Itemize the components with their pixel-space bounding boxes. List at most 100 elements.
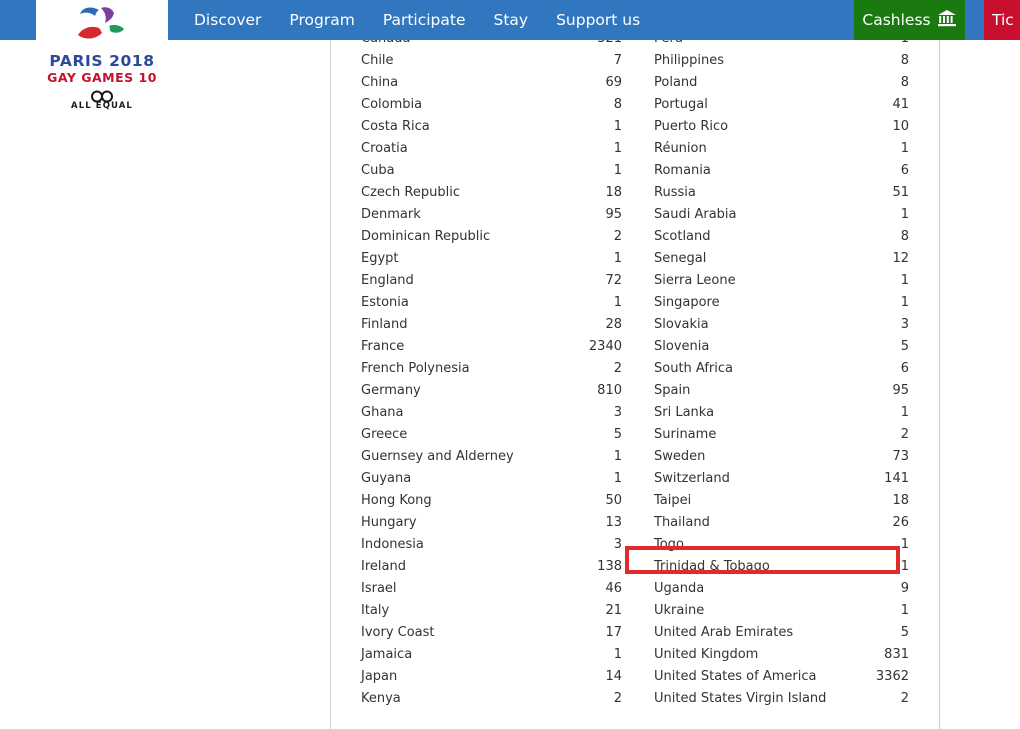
table-row: Japan 14 United States of America 3362 bbox=[331, 665, 939, 687]
nav-item-program[interactable]: Program bbox=[275, 0, 368, 40]
table-row: China 69 Poland 8 bbox=[331, 71, 939, 93]
table-row: Cuba 1 Romania 6 bbox=[331, 159, 939, 181]
country-name-left: Italy bbox=[361, 602, 390, 618]
country-name-left: Indonesia bbox=[361, 536, 424, 552]
country-count-right: 831 bbox=[884, 646, 909, 662]
cashless-button[interactable]: Cashless bbox=[854, 0, 965, 40]
country-name-right: Romania bbox=[654, 162, 711, 178]
country-name-left: Hungary bbox=[361, 514, 417, 530]
country-count-right: 2 bbox=[900, 690, 909, 706]
country-count-right: 1 bbox=[900, 294, 909, 310]
country-name-right: Sweden bbox=[654, 448, 706, 464]
country-name-right: Réunion bbox=[654, 140, 707, 156]
country-name-left: England bbox=[361, 272, 414, 288]
table-row: Ireland 138 Trinidad & Tobago 1 bbox=[331, 555, 939, 577]
country-name-right: United Kingdom bbox=[654, 646, 759, 662]
table-row: Israel 46 Uganda 9 bbox=[331, 577, 939, 599]
country-count-left: 95 bbox=[605, 206, 622, 222]
country-count-right: 12 bbox=[892, 250, 909, 266]
tickets-label: Tic bbox=[992, 11, 1014, 29]
country-name-right: Slovenia bbox=[654, 338, 710, 354]
country-count-right: 8 bbox=[900, 52, 909, 68]
country-count-right: 1 bbox=[900, 206, 909, 222]
country-count-left: 7 bbox=[613, 52, 622, 68]
country-name-right: Uganda bbox=[654, 580, 705, 596]
table-row: Guernsey and Alderney 1 Sweden 73 bbox=[331, 445, 939, 467]
table-row: Ghana 3 Sri Lanka 1 bbox=[331, 401, 939, 423]
tickets-button[interactable]: Tic bbox=[984, 0, 1020, 40]
country-name-right: Portugal bbox=[654, 96, 708, 112]
table-row: Hong Kong 50 Taipei 18 bbox=[331, 489, 939, 511]
participants-by-country-table: Canada321Peru1Chile7Philippines8China69P… bbox=[331, 27, 939, 709]
table-row: Egypt 1 Senegal 12 bbox=[331, 247, 939, 269]
country-count-left: 5 bbox=[613, 426, 622, 442]
country-name-right: Senegal bbox=[654, 250, 707, 266]
logo-title: PARIS 2018 bbox=[49, 52, 155, 70]
country-count-right: 95 bbox=[892, 382, 909, 398]
country-name-left: Japan bbox=[361, 668, 398, 684]
country-count-right: 51 bbox=[892, 184, 909, 200]
country-name-left: Ireland bbox=[361, 558, 406, 574]
country-name-right: Poland bbox=[654, 74, 698, 90]
country-name-right: Spain bbox=[654, 382, 691, 398]
country-count-right: 5 bbox=[900, 624, 909, 640]
country-count-right: 6 bbox=[900, 360, 909, 376]
country-name-left: Guernsey and Alderney bbox=[361, 448, 514, 464]
table-row: Kenya 2 United States Virgin Island 2 bbox=[331, 687, 939, 709]
site-logo[interactable]: PARIS 2018 GAY GAMES 10 ALL EQUAL bbox=[36, 0, 168, 114]
country-count-right: 1 bbox=[900, 602, 909, 618]
country-name-right: Suriname bbox=[654, 426, 717, 442]
nav-item-stay[interactable]: Stay bbox=[480, 0, 543, 40]
country-name-left: Finland bbox=[361, 316, 408, 332]
table-row: Colombia 8 Portugal 41 bbox=[331, 93, 939, 115]
country-count-right: 10 bbox=[892, 118, 909, 134]
table-row: Guyana 1 Switzerland 141 bbox=[331, 467, 939, 489]
country-count-right: 26 bbox=[892, 514, 909, 530]
country-count-right: 1 bbox=[900, 536, 909, 552]
nav-item-participate[interactable]: Participate bbox=[369, 0, 480, 40]
country-count-left: 1 bbox=[613, 646, 622, 662]
table-row: England 72 Sierra Leone 1 bbox=[331, 269, 939, 291]
infinity-loop-icon bbox=[89, 88, 115, 103]
nav-item-support-us[interactable]: Support us bbox=[542, 0, 654, 40]
country-name-left: Denmark bbox=[361, 206, 421, 222]
country-count-left: 2 bbox=[613, 690, 622, 706]
main-nav-links: Discover Program Participate Stay Support us bbox=[180, 0, 654, 40]
country-count-right: 1 bbox=[900, 140, 909, 156]
country-name-right: Sri Lanka bbox=[654, 404, 715, 420]
country-count-left: 1 bbox=[613, 162, 622, 178]
country-name-left: Germany bbox=[361, 382, 421, 398]
country-count-left: 138 bbox=[597, 558, 622, 574]
country-name-right: Ukraine bbox=[654, 602, 705, 618]
country-count-left: 18 bbox=[605, 184, 622, 200]
table-row: Jamaica 1 United Kingdom 831 bbox=[331, 643, 939, 665]
country-name-right: Scotland bbox=[654, 228, 711, 244]
country-name-left: China bbox=[361, 74, 399, 90]
country-count-right: 3362 bbox=[875, 668, 909, 684]
country-count-left: 1 bbox=[613, 250, 622, 266]
country-count-left: 72 bbox=[605, 272, 622, 288]
country-name-right: Saudi Arabia bbox=[654, 206, 737, 222]
table-row: Hungary 13 Thailand 26 bbox=[331, 511, 939, 533]
country-count-left: 8 bbox=[613, 96, 622, 112]
country-count-left: 3 bbox=[613, 404, 622, 420]
country-count-left: 50 bbox=[605, 492, 622, 508]
country-name-right: Sierra Leone bbox=[654, 272, 736, 288]
cashless-label: Cashless bbox=[862, 11, 931, 29]
table-row: Croatia 1 Réunion 1 bbox=[331, 137, 939, 159]
nav-item-discover[interactable]: Discover bbox=[180, 0, 275, 40]
country-count-left: 1 bbox=[613, 294, 622, 310]
table-row: Costa Rica 1 Puerto Rico 10 bbox=[331, 115, 939, 137]
country-name-right: Togo bbox=[654, 536, 684, 552]
country-name-left: French Polynesia bbox=[361, 360, 470, 376]
table-row: Germany 810 Spain 95 bbox=[331, 379, 939, 401]
country-count-left: 46 bbox=[605, 580, 622, 596]
country-name-right: Thailand bbox=[654, 514, 710, 530]
country-count-right: 2 bbox=[900, 426, 909, 442]
country-name-right: United States of America bbox=[654, 668, 817, 684]
country-count-right: 141 bbox=[884, 470, 909, 486]
table-row: Denmark 95 Saudi Arabia 1 bbox=[331, 203, 939, 225]
table-row: Greece 5 Suriname 2 bbox=[331, 423, 939, 445]
country-name-right: United Arab Emirates bbox=[654, 624, 794, 640]
country-name-right: Trinidad & Tobago bbox=[654, 558, 770, 574]
